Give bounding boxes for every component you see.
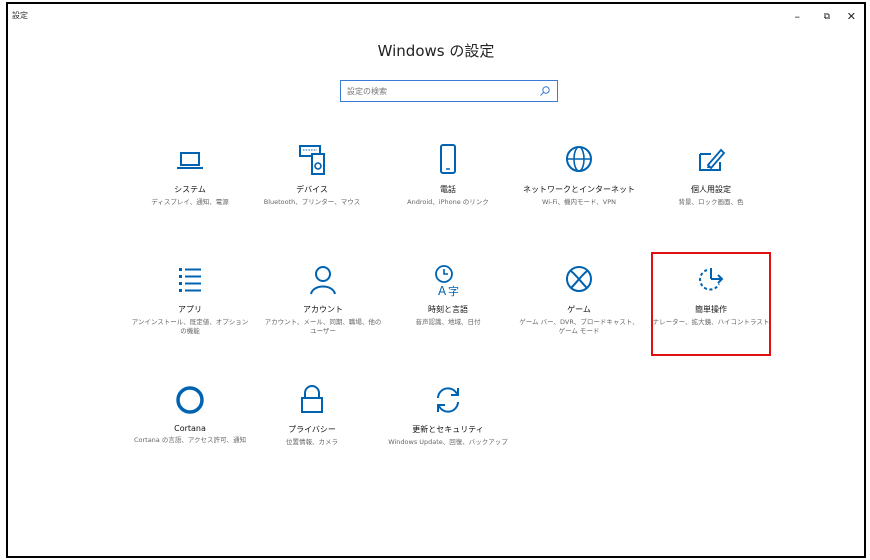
tile-system[interactable]: システム ディスプレイ、通知、電源 (130, 142, 250, 207)
tile-cortana[interactable]: Cortana Cortana の言語、アクセス許可、通知 (130, 382, 250, 445)
tile-label: アカウント (303, 305, 343, 314)
tile-apps[interactable]: アプリ アンインストール、既定値、オプションの機能 (130, 262, 250, 336)
tile-description: Android、iPhone のリンク (407, 198, 489, 206)
tile-label: システム (174, 185, 206, 194)
time-language-icon: A 字 (435, 265, 459, 298)
tile-label: デバイス (296, 185, 328, 194)
update-sync-icon (437, 387, 459, 413)
tile-time-language[interactable]: A 字 時刻と言語 音声認識、地域、日付 (388, 262, 508, 327)
tile-label: ネットワークとインターネット (523, 185, 635, 194)
phone-icon (440, 144, 456, 174)
personalization-icon (699, 148, 726, 171)
apps-list-icon (179, 268, 201, 292)
svg-text:字: 字 (448, 284, 459, 298)
tile-devices[interactable]: デバイス Bluetooth、プリンター、マウス (252, 142, 372, 207)
laptop-icon (177, 152, 203, 169)
tile-description: Wi-Fi、機内モード、VPN (542, 198, 616, 206)
tile-description: Cortana の言語、アクセス許可、通知 (133, 436, 247, 444)
tile-phone[interactable]: 電話 Android、iPhone のリンク (388, 142, 508, 207)
tile-label: 時刻と言語 (428, 305, 468, 314)
tile-description: ゲーム バー、DVR、ブロードキャスト、ゲーム モード (519, 318, 639, 335)
tile-label: 電話 (440, 185, 456, 194)
maximize-button[interactable]: ⧉ (824, 10, 830, 24)
tile-network[interactable]: ネットワークとインターネット Wi-Fi、機内モード、VPN (519, 142, 639, 207)
globe-icon (566, 146, 592, 172)
tile-description: 位置情報、カメラ (286, 438, 338, 446)
tile-label: アプリ (178, 305, 202, 314)
tile-update-security[interactable]: 更新とセキュリティ Windows Update、回復、バックアップ (388, 382, 508, 447)
tile-label: ゲーム (567, 305, 591, 314)
cortana-icon (176, 386, 204, 414)
xbox-icon (566, 266, 592, 292)
tile-accounts[interactable]: アカウント アカウント、メール、同期、職場、他のユーザー (263, 262, 383, 336)
svg-text:A: A (438, 284, 447, 298)
search-icon[interactable] (539, 85, 551, 97)
window-title: 設定 (12, 11, 28, 20)
tile-label: 個人用設定 (691, 185, 731, 194)
tile-description: 音声認識、地域、日付 (415, 318, 481, 326)
search-box[interactable] (340, 80, 558, 102)
tile-description: ディスプレイ、通知、電源 (151, 198, 229, 206)
tile-label: 更新とセキュリティ (412, 425, 484, 434)
highlight-box (651, 252, 771, 356)
settings-window: 設定 – ⧉ ✕ Windows の設定 システム ディスプレイ、通知、電源 デ… (6, 2, 866, 558)
person-icon (310, 266, 336, 295)
tile-label: プライバシー (288, 425, 336, 434)
lock-icon (301, 385, 323, 413)
minimize-button[interactable]: – (795, 10, 801, 24)
search-input[interactable] (347, 83, 527, 99)
tile-description: アンインストール、既定値、オプションの機能 (131, 318, 249, 335)
tile-label: Cortana (174, 424, 206, 433)
tile-description: 背景、ロック画面、色 (678, 198, 744, 206)
close-button[interactable]: ✕ (847, 10, 856, 24)
tile-description: Bluetooth、プリンター、マウス (263, 198, 361, 206)
tile-gaming[interactable]: ゲーム ゲーム バー、DVR、ブロードキャスト、ゲーム モード (519, 262, 639, 336)
page-title: Windows の設定 (377, 42, 495, 60)
title-bar[interactable]: 設定 – ⧉ ✕ (8, 4, 864, 32)
tile-description: アカウント、メール、同期、職場、他のユーザー (264, 318, 382, 335)
tile-privacy[interactable]: プライバシー 位置情報、カメラ (252, 382, 372, 447)
devices-icon (299, 145, 325, 175)
tile-description: Windows Update、回復、バックアップ (388, 438, 508, 446)
tile-personalization[interactable]: 個人用設定 背景、ロック画面、色 (651, 142, 771, 207)
